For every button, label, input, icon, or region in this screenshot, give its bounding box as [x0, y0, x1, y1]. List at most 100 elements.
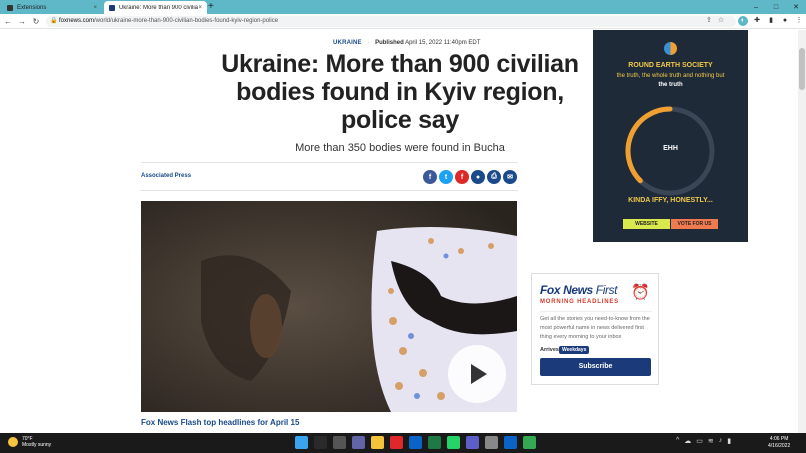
puzzle-icon[interactable]: ✚	[752, 16, 762, 26]
separator-dot: ·	[367, 40, 370, 46]
divider	[540, 311, 652, 312]
maximize-button[interactable]: □	[766, 0, 786, 14]
volume-icon[interactable]: ♪	[719, 437, 723, 445]
brand-main: Fox News	[540, 283, 593, 297]
play-button[interactable]	[448, 345, 506, 403]
system-tray: ^ ☁ ▭ ≋ ♪ ▮	[676, 437, 731, 445]
profile-avatar-icon[interactable]: ●	[780, 16, 790, 26]
close-tab-icon[interactable]: ×	[198, 5, 202, 11]
foxnews-favicon-icon	[109, 4, 115, 11]
ad-title: ROUND EARTH SOCIETY	[628, 62, 713, 69]
minimize-button[interactable]: –	[746, 0, 766, 14]
newsletter-subtitle: MORNING HEADLINES	[540, 299, 619, 305]
ad-tagline-bold: the truth	[658, 82, 683, 88]
opera-icon[interactable]	[390, 436, 403, 449]
play-icon	[471, 364, 487, 384]
facebook-share-icon[interactable]: f	[423, 170, 437, 184]
globe-logo-icon	[664, 42, 677, 55]
divider	[141, 190, 518, 191]
security-icon[interactable]	[504, 436, 517, 449]
email-share-icon[interactable]: ✉	[503, 170, 517, 184]
whatsapp-icon[interactable]	[447, 436, 460, 449]
taskbar-apps	[295, 436, 536, 449]
excel-icon[interactable]	[428, 436, 441, 449]
wifi-icon[interactable]: ≋	[708, 437, 714, 445]
browser-toolbar: ← → ↻ 🔒 foxnews.com/world/ukraine-more-t…	[0, 14, 806, 29]
clock-date: 4/16/2022	[768, 443, 791, 449]
share-page-icon[interactable]: ⇪	[706, 16, 712, 24]
newsletter-description: Get all the stories you need-to-know fro…	[540, 316, 650, 340]
chevron-up-icon[interactable]: ^	[676, 437, 679, 445]
file-explorer-icon[interactable]	[371, 436, 384, 449]
newsletter-brand: Fox News First	[540, 283, 618, 297]
teams-icon-2[interactable]	[466, 436, 479, 449]
ad-verdict: KINDA IFFY, HONESTLY...	[628, 197, 713, 204]
close-tab-icon[interactable]: ×	[93, 5, 97, 11]
side-panel-icon[interactable]: ▮	[766, 16, 776, 26]
tab-bar: Extensions × Ukraine: More than 900 civi…	[0, 0, 806, 14]
gauge-value: EHH	[663, 145, 678, 152]
task-view-icon[interactable]	[333, 436, 346, 449]
twitter-share-icon[interactable]: t	[439, 170, 453, 184]
reload-button[interactable]: ↻	[31, 16, 41, 27]
display-icon[interactable]: ▭	[696, 437, 703, 445]
weather-widget[interactable]: 70°F Mostly sunny	[8, 436, 51, 448]
window-controls: – □ ✕	[746, 0, 806, 14]
article-headline: Ukraine: More than 900 civilian bodies f…	[221, 50, 579, 134]
weather-text: 70°F Mostly sunny	[22, 436, 51, 448]
new-tab-button[interactable]: +	[208, 1, 214, 13]
ad-tagline-text: the truth, the whole truth and nothing b…	[616, 73, 725, 79]
lock-icon: 🔒	[50, 18, 58, 24]
newsletter-signup: Fox News First MORNING HEADLINES ⏰ Get a…	[531, 273, 659, 385]
extension-icons: ◐ ✚ ▮ ● ⋮	[738, 16, 804, 26]
windows-start-icon[interactable]	[295, 436, 308, 449]
chrome-icon[interactable]	[523, 436, 536, 449]
subscribe-button[interactable]: Subscribe	[540, 358, 651, 376]
teams-icon[interactable]	[352, 436, 365, 449]
published-label: Published	[375, 40, 404, 46]
sidebar-ad[interactable]: ROUND EARTH SOCIETY the truth, the whole…	[593, 30, 748, 242]
battery-icon[interactable]: ▮	[727, 437, 731, 445]
page-scrollbar[interactable]	[798, 30, 806, 433]
clock-time: 4:06 PM	[769, 436, 789, 442]
article-byline[interactable]: Associated Press	[141, 173, 191, 179]
divider	[141, 162, 518, 163]
address-bar-icons: ⇪ ☆	[706, 16, 724, 24]
menu-icon[interactable]: ⋮	[794, 16, 804, 26]
taskbar: 70°F Mostly sunny ^ ☁ ▭ ≋ ♪ ▮ 4:06 PM 4/…	[0, 433, 806, 453]
tab-article[interactable]: Ukraine: More than 900 civilian b ×	[104, 1, 207, 14]
published-date: April 15, 2022 11:40pm EDT	[405, 40, 481, 46]
close-window-button[interactable]: ✕	[786, 0, 806, 14]
arrives-label: Arrives	[540, 347, 559, 353]
article-eyebrow: UKRAINE · Published April 15, 2022 11:40…	[333, 40, 543, 46]
print-icon[interactable]: ⎙	[487, 170, 501, 184]
tab-extensions[interactable]: Extensions ×	[2, 1, 102, 14]
taskbar-clock[interactable]: 4:06 PM 4/16/2022	[768, 436, 790, 450]
address-bar[interactable]: 🔒 foxnews.com/world/ukraine-more-than-90…	[46, 16, 736, 27]
back-button[interactable]: ←	[3, 16, 13, 27]
video-caption[interactable]: Fox News Flash top headlines for April 1…	[141, 418, 299, 427]
bookmark-star-icon[interactable]: ☆	[718, 16, 724, 24]
search-icon[interactable]	[314, 436, 327, 449]
comments-icon[interactable]: ●	[471, 170, 485, 184]
sun-icon	[8, 437, 18, 447]
forward-button[interactable]: →	[17, 16, 27, 27]
settings-icon[interactable]	[485, 436, 498, 449]
cloud-icon[interactable]: ☁	[684, 437, 691, 445]
tab-title: Extensions	[17, 4, 47, 11]
flipboard-share-icon[interactable]: f	[455, 170, 469, 184]
outlook-icon[interactable]	[409, 436, 422, 449]
vote-button[interactable]: VOTE FOR US	[671, 219, 718, 229]
puzzle-icon	[7, 4, 13, 11]
tab-title: Ukraine: More than 900 civilian b	[118, 4, 199, 11]
brand-first: First	[595, 283, 618, 297]
weather-condition: Mostly sunny	[22, 442, 52, 448]
article-video-player[interactable]	[141, 201, 517, 412]
scrollbar-thumb[interactable]	[799, 48, 805, 90]
alarm-clock-icon: ⏰	[631, 284, 650, 301]
article-category[interactable]: UKRAINE	[333, 40, 362, 46]
article-subheadline: More than 350 bodies were found in Bucha	[295, 142, 505, 154]
extension-icon[interactable]: ◐	[738, 16, 748, 26]
frequency-badge: Weekdays	[559, 346, 590, 354]
website-button[interactable]: WEBSITE	[623, 219, 670, 229]
